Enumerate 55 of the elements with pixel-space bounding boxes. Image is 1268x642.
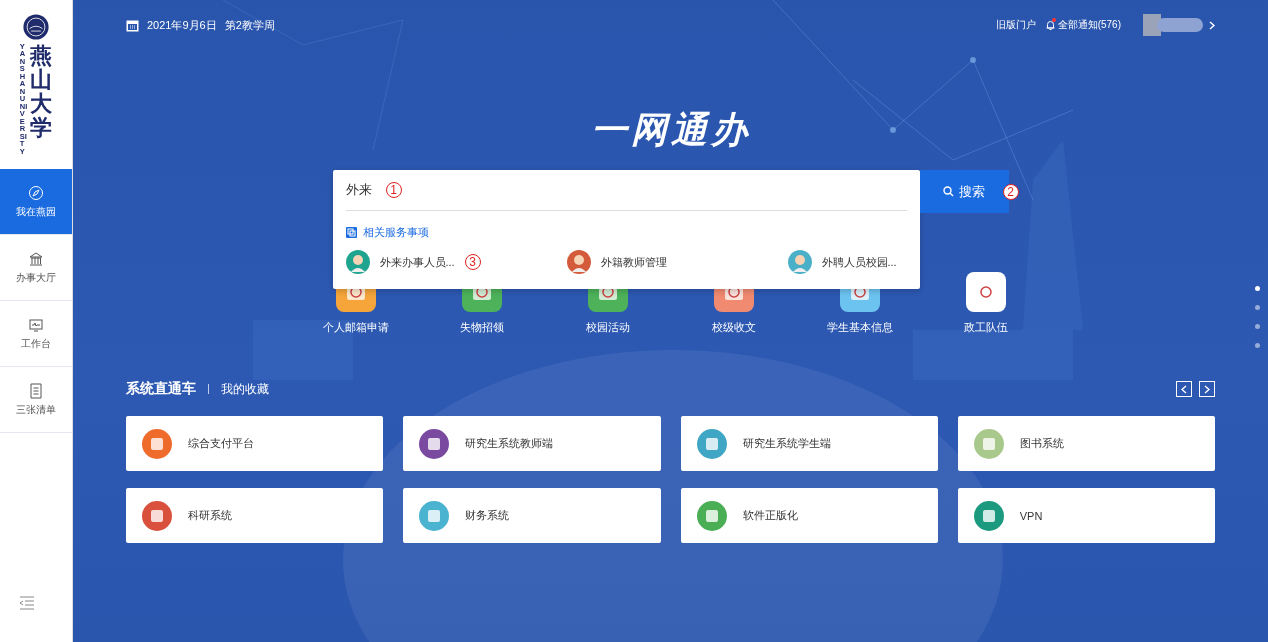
search-result-link[interactable]: 外来办事人员... bbox=[379, 254, 455, 270]
old-portal-link[interactable]: 旧版门户 bbox=[995, 18, 1036, 32]
hall-icon bbox=[28, 250, 44, 267]
section-tab[interactable]: 我的收藏 bbox=[221, 380, 269, 398]
sidebar-item[interactable]: 我在燕园 bbox=[0, 169, 72, 235]
next-button[interactable] bbox=[1199, 381, 1215, 397]
previous-button[interactable] bbox=[1176, 381, 1192, 397]
quick-app[interactable]: 校级收文 bbox=[688, 272, 779, 335]
copy-icon bbox=[345, 227, 357, 238]
system-card[interactable]: 综合支付平台 bbox=[126, 416, 384, 471]
chevron-left-icon bbox=[1181, 384, 1187, 394]
search-result-link[interactable]: 外聘人员校园... bbox=[821, 254, 897, 270]
teaching-week-text: 第2教学周 bbox=[224, 17, 275, 33]
card-label: 研究生系统学生端 bbox=[742, 436, 831, 451]
chevron-right-icon[interactable] bbox=[1209, 20, 1215, 30]
compass-icon bbox=[28, 184, 44, 201]
card-label: 财务系统 bbox=[465, 508, 510, 523]
system-card[interactable]: 研究生系统教师端 bbox=[403, 416, 661, 471]
quick-app[interactable]: 个人邮箱申请 bbox=[310, 272, 401, 335]
university-seal-icon bbox=[23, 13, 49, 40]
system-card[interactable]: 图书系统 bbox=[957, 416, 1215, 471]
card-label: 综合支付平台 bbox=[188, 436, 254, 451]
card-label: 科研系统 bbox=[188, 508, 232, 523]
card-label: VPN bbox=[1019, 509, 1043, 522]
page-dot[interactable] bbox=[1255, 324, 1260, 329]
quick-app[interactable]: 学生基本信息 bbox=[814, 272, 905, 335]
user-avatar-icon[interactable] bbox=[1143, 14, 1205, 36]
page-dot[interactable] bbox=[1255, 286, 1260, 291]
search-result-link[interactable]: 外籍教师管理 bbox=[600, 254, 667, 270]
card-label: 软件正版化 bbox=[742, 508, 798, 523]
calendar-icon bbox=[126, 18, 139, 32]
system-card[interactable]: 软件正版化 bbox=[680, 488, 938, 543]
chevron-right-icon bbox=[1204, 384, 1210, 394]
quick-app[interactable]: 校园活动 bbox=[562, 272, 653, 335]
system-card[interactable]: 科研系统 bbox=[126, 488, 384, 543]
page-dot[interactable] bbox=[1255, 343, 1260, 348]
notifications-link[interactable]: 全部通知(576) bbox=[1057, 18, 1121, 32]
page-dot[interactable] bbox=[1255, 305, 1260, 310]
search-icon bbox=[943, 186, 954, 197]
section-tab[interactable]: 系统直通车 bbox=[126, 380, 196, 398]
university-name: 燕山大学 bbox=[30, 42, 53, 140]
portal-title: 一网通办 bbox=[589, 108, 752, 152]
desk-icon bbox=[28, 316, 44, 333]
bell-icon[interactable] bbox=[1045, 20, 1055, 30]
section-heading: 相关服务事项 bbox=[362, 225, 429, 240]
date-text: 2021年9月6日 bbox=[147, 17, 217, 33]
quick-app[interactable]: 政工队伍 bbox=[940, 272, 1031, 335]
system-card[interactable]: 财务系统 bbox=[403, 488, 661, 543]
search-button[interactable]: 搜索 bbox=[919, 170, 1009, 213]
quick-app[interactable]: 失物招领 bbox=[436, 272, 527, 335]
card-label: 图书系统 bbox=[1019, 436, 1064, 451]
system-card[interactable]: VPN bbox=[957, 488, 1215, 543]
system-card[interactable]: 研究生系统学生端 bbox=[680, 416, 938, 471]
list-icon bbox=[28, 382, 44, 399]
card-label: 研究生系统教师端 bbox=[465, 436, 554, 451]
